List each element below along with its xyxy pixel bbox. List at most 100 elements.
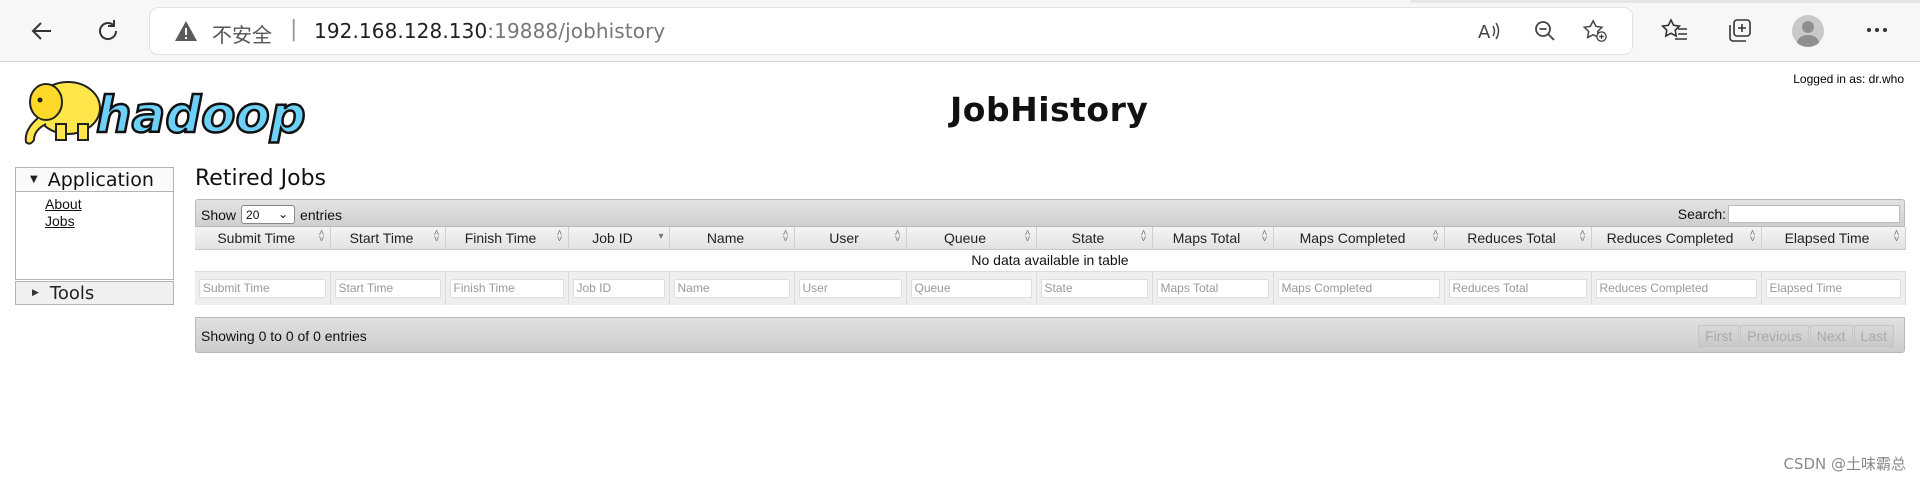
nav-application-panel: ▼ Application About Jobs <box>15 167 174 280</box>
column-header-finish-time[interactable]: Finish Time ˄ ˅ <box>445 227 569 250</box>
reload-icon <box>99 20 118 40</box>
browser-toolbar: 不安全 | 192.168.128.130:19888/jobhistory A <box>0 0 1920 62</box>
column-header-state[interactable]: State ˄ ˅ <box>1036 227 1153 250</box>
datatable-toolbar: Show 20 ⌄ entries Search: <box>195 199 1905 227</box>
filter-input-reduces-completed[interactable]: Reduces Completed <box>1595 278 1757 298</box>
column-header-user[interactable]: User ˄ ˅ <box>794 227 907 250</box>
more-menu-icon[interactable] <box>1862 15 1892 45</box>
page-length-value: 20 <box>246 207 260 222</box>
collections-icon[interactable] <box>1725 15 1755 45</box>
warning-icon[interactable] <box>174 20 198 46</box>
pager-next-button[interactable]: Next <box>1809 325 1853 347</box>
column-header-reduces-completed[interactable]: Reduces Completed ˄ ˅ <box>1591 227 1762 250</box>
read-aloud-icon[interactable]: A <box>1476 18 1502 44</box>
filter-input-elapsed-time[interactable]: Elapsed Time <box>1765 278 1901 298</box>
sort-icon: ˄ ˅ <box>1749 228 1756 245</box>
sort-icon: ˄ ˅ <box>1140 228 1147 245</box>
empty-table-message: No data available in table <box>971 252 1129 268</box>
column-header-name[interactable]: Name ˄ ˅ <box>669 227 795 250</box>
table-info: Showing 0 to 0 of 0 entries <box>201 328 367 344</box>
column-header-maps-completed[interactable]: Maps Completed ˄ ˅ <box>1273 227 1445 250</box>
nav-application-label: Application <box>47 168 154 191</box>
url-path: :19888/jobhistory <box>487 19 666 43</box>
nav-application-links: About Jobs <box>16 192 173 230</box>
filter-cell: Reduces Completed <box>1591 270 1762 305</box>
pager-first-button[interactable]: First <box>1698 325 1740 347</box>
filter-input-submit-time[interactable]: Submit Time <box>199 278 326 298</box>
pager-last-button[interactable]: Last <box>1853 325 1894 347</box>
column-label: Queue <box>943 229 987 246</box>
column-header-reduces-total[interactable]: Reduces Total ˄ ˅ <box>1444 227 1592 250</box>
filter-input-state[interactable]: State <box>1040 278 1148 298</box>
column-header-maps-total[interactable]: Maps Total ˄ ˅ <box>1152 227 1274 250</box>
add-favorite-icon[interactable] <box>1582 18 1608 44</box>
column-header-submit-time[interactable]: Submit Time ˄ ˅ <box>195 227 331 250</box>
column-label: User <box>829 229 859 246</box>
table-header-row: Submit Time ˄ ˅ Start Time ˄ ˅ Finish Time ˄ ˅… <box>195 227 1906 250</box>
filter-input-user[interactable]: User <box>798 278 902 298</box>
url-host: 192.168.128.130 <box>314 19 488 43</box>
sort-icon: ˄ ˅ <box>318 228 325 245</box>
column-header-job-id[interactable]: Job ID ▾ <box>568 227 670 250</box>
page-length-select[interactable]: 20 ⌄ <box>241 205 296 224</box>
security-status-label[interactable]: 不安全 <box>212 19 272 48</box>
sort-icon: ˄ ˅ <box>556 228 563 245</box>
sort-icon: ˄ ˅ <box>433 228 440 245</box>
column-label: State <box>1071 229 1105 246</box>
section-title: Retired Jobs <box>195 166 327 191</box>
column-label: Submit Time <box>217 229 296 246</box>
favorites-icon[interactable] <box>1660 15 1690 45</box>
filter-input-start-time[interactable]: Start Time <box>334 278 441 298</box>
sort-icon: ˄ ˅ <box>1432 228 1439 245</box>
datatable-footer: Showing 0 to 0 of 0 entries First Previo… <box>195 317 1905 353</box>
column-label: Finish Time <box>464 229 537 246</box>
jobs-datatable: Show 20 ⌄ entries Search: Submit Time˄ <box>195 199 1906 411</box>
page-length-control: Show 20 ⌄ entries <box>201 205 342 224</box>
column-header-elapsed-time[interactable]: Elapsed Time ˄ ˅ <box>1761 227 1906 250</box>
url-text[interactable]: 192.168.128.130:19888/jobhistory <box>314 19 665 43</box>
search-input[interactable] <box>1728 205 1900 223</box>
filter-input-finish-time[interactable]: Finish Time <box>449 278 564 298</box>
back-button[interactable] <box>24 13 60 49</box>
entries-label: entries <box>300 206 343 223</box>
address-bar[interactable]: 不安全 | 192.168.128.130:19888/jobhistory A <box>150 8 1632 54</box>
pager-previous-button[interactable]: Previous <box>1740 325 1809 347</box>
column-label: Maps Total <box>1172 229 1241 246</box>
column-header-start-time[interactable]: Start Time ˄ ˅ <box>330 227 446 250</box>
reload-button[interactable] <box>90 13 126 49</box>
filter-row: Submit Time Start Time Finish Time Job I… <box>195 270 1906 305</box>
sort-icon: ˄ ˅ <box>894 228 901 245</box>
page-content: Logged in as: dr.who hadoop JobHistory ▼… <box>0 62 1920 478</box>
nav-tools-header[interactable]: ▶ Tools <box>15 281 174 305</box>
sort-desc-icon: ▾ <box>658 231 664 242</box>
sort-icon: ˄ ˅ <box>1024 228 1031 245</box>
nav-link-jobs[interactable]: Jobs <box>45 213 173 230</box>
column-header-queue[interactable]: Queue ˄ ˅ <box>906 227 1037 250</box>
nav-tools-label: Tools <box>49 282 95 304</box>
filter-cell: Maps Completed <box>1273 270 1445 305</box>
column-label: Start Time <box>349 229 414 246</box>
filter-input-name[interactable]: Name <box>673 278 790 298</box>
filter-input-reduces-total[interactable]: Reduces Total <box>1448 278 1587 298</box>
filter-cell: Job ID <box>568 270 670 305</box>
filter-input-queue[interactable]: Queue <box>910 278 1032 298</box>
zoom-out-icon[interactable] <box>1532 18 1558 44</box>
profile-avatar[interactable] <box>1792 15 1824 47</box>
filter-cell: Submit Time <box>195 270 331 305</box>
nav-link-about[interactable]: About <box>45 196 173 213</box>
filter-input-job-id[interactable]: Job ID <box>572 278 665 298</box>
filter-cell: Elapsed Time <box>1761 270 1906 305</box>
svg-text:A: A <box>1478 22 1491 43</box>
empty-row: No data available in table <box>195 249 1905 271</box>
column-label: Elapsed Time <box>1784 229 1870 246</box>
chevron-down-icon: ⌄ <box>277 207 289 221</box>
pagination: First Previous Next Last <box>1698 325 1894 347</box>
hadoop-logo: hadoop <box>16 70 316 150</box>
filter-input-maps-completed[interactable]: Maps Completed <box>1277 278 1440 298</box>
column-label: Maps Completed <box>1299 229 1406 246</box>
column-label: Name <box>706 229 745 246</box>
nav-application-header[interactable]: ▼ Application <box>16 168 173 192</box>
collapse-triangle-icon: ▼ <box>30 174 38 185</box>
filter-input-maps-total[interactable]: Maps Total <box>1156 278 1269 298</box>
search-control: Search: <box>1678 205 1900 223</box>
